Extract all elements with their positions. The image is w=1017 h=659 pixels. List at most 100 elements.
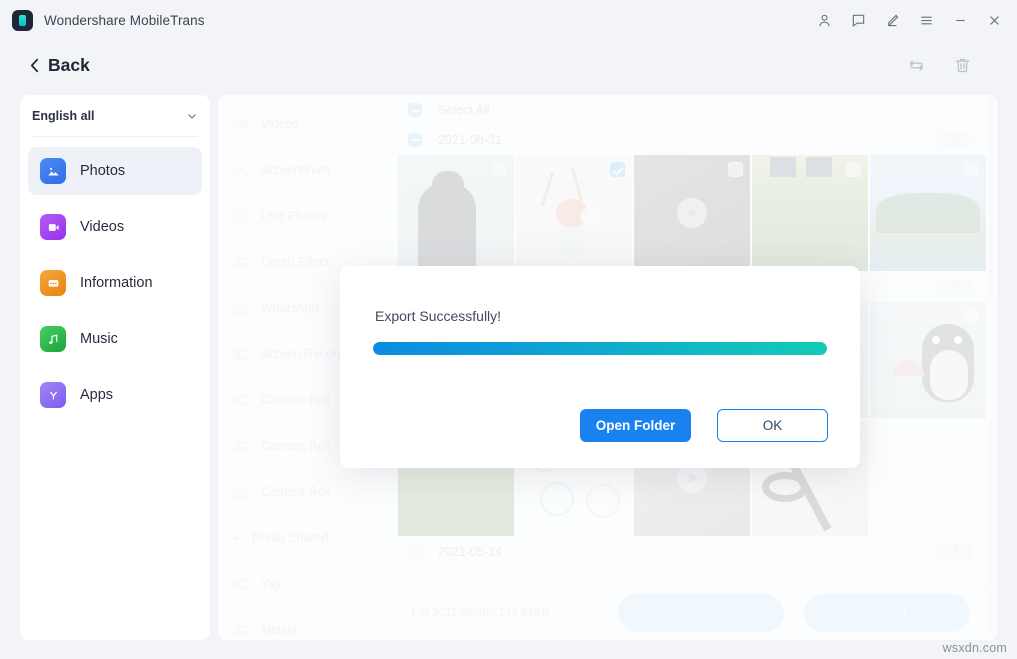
thumbnail-item[interactable] [870, 155, 986, 271]
feedback-icon[interactable] [841, 5, 875, 35]
screenshot-icon [232, 162, 249, 179]
title-bar: Wondershare MobileTrans [0, 0, 1017, 40]
header-tools [903, 52, 1017, 78]
date-group-label: 2021-05-14 [438, 545, 502, 559]
thumbnail-checkbox[interactable] [492, 162, 507, 177]
thumbnail-item[interactable] [634, 155, 750, 271]
category-item-live-photos[interactable]: Live Photos [218, 193, 396, 239]
select-all-checkbox[interactable] [408, 103, 422, 117]
picture-icon [232, 576, 249, 593]
category-label: Camera Roll [261, 439, 330, 453]
sidebar-item-label: Photos [80, 163, 125, 179]
category-item-camera-roll-3[interactable]: Camera Roll [218, 469, 396, 515]
date-group-count: 3 [936, 543, 974, 561]
sidebar-item-music[interactable]: Music [28, 315, 202, 363]
category-label: Camera Roll [261, 393, 330, 407]
date-group-header[interactable]: 2021-05-14 3 [396, 537, 988, 566]
open-folder-button[interactable]: Open Folder [580, 409, 691, 442]
delete-icon[interactable] [949, 52, 975, 78]
window-controls [807, 5, 1017, 35]
picture-icon [232, 438, 249, 455]
minimize-icon[interactable] [943, 5, 977, 35]
page-header: Back [0, 40, 1017, 90]
progress-bar-fill [373, 342, 827, 355]
category-label: Meishi [261, 623, 297, 637]
category-label: Yay [261, 577, 282, 591]
picture-icon [232, 392, 249, 409]
category-label: Camera Roll [261, 485, 330, 499]
picture-icon [232, 484, 249, 501]
sidebar-item-label: Videos [80, 219, 124, 235]
caret-down-icon [232, 530, 242, 547]
picture-icon [232, 622, 249, 639]
refresh-icon[interactable] [903, 52, 929, 78]
category-item-videos[interactable]: Videos [218, 101, 396, 147]
music-icon [40, 326, 66, 352]
thumbnail-item[interactable] [398, 155, 514, 271]
category-item-screenshots[interactable]: Screenshots [218, 147, 396, 193]
information-icon [40, 270, 66, 296]
thumbnail-row [396, 154, 988, 272]
account-icon[interactable] [807, 5, 841, 35]
category-label: Depth Effect [261, 255, 330, 269]
thumbnail-checkbox[interactable] [964, 309, 979, 324]
date-group-header[interactable]: 2021-08-31 5 [396, 125, 988, 154]
thumbnail-item[interactable] [516, 155, 632, 271]
scrollbar-thumb[interactable] [989, 97, 994, 293]
photos-icon [40, 158, 66, 184]
sidebar: English all Photos [20, 95, 210, 640]
category-item-meishi[interactable]: Meishi [218, 607, 396, 640]
video-camera-icon [232, 116, 249, 133]
picture-icon [232, 300, 249, 317]
thumbnail-checkbox[interactable] [728, 162, 743, 177]
dialog-actions: Open Folder OK [580, 409, 828, 442]
back-label: Back [48, 55, 90, 76]
category-label: Live Photos [261, 209, 326, 223]
date-group-checkbox[interactable] [408, 545, 422, 559]
sidebar-item-photos[interactable]: Photos [28, 147, 202, 195]
thumbnail-item[interactable] [752, 155, 868, 271]
thumbnail-checkbox[interactable] [964, 162, 979, 177]
live-photo-icon [232, 208, 249, 225]
language-selector[interactable]: English all [32, 95, 198, 137]
app-title: Wondershare MobileTrans [44, 13, 205, 28]
thumbnail-checkbox[interactable] [610, 162, 625, 177]
play-icon [677, 198, 707, 228]
vertical-scrollbar[interactable] [989, 97, 994, 638]
close-icon[interactable] [977, 5, 1011, 35]
thumbnail-item[interactable] [870, 302, 986, 418]
edit-pen-icon[interactable] [875, 5, 909, 35]
sidebar-item-information[interactable]: Information [28, 259, 202, 307]
dialog-title: Export Successfully! [375, 308, 501, 324]
date-group-checkbox[interactable] [408, 133, 422, 147]
category-item-yay[interactable]: Yay [218, 561, 396, 607]
sidebar-nav: Photos Videos [20, 137, 210, 419]
export-button[interactable]: Export [804, 594, 970, 632]
watermark: wsxdn.com [943, 641, 1007, 655]
progress-bar [373, 342, 827, 355]
select-all-label: Select All [438, 103, 489, 117]
sidebar-item-label: Apps [80, 387, 113, 403]
date-group-count: 9 [936, 278, 974, 296]
date-group-count: 5 [936, 131, 974, 149]
menu-icon[interactable] [909, 5, 943, 35]
apps-icon [40, 382, 66, 408]
app-window: Wondershare MobileTrans [0, 0, 1017, 659]
back-button[interactable]: Back [30, 55, 90, 76]
ok-button[interactable]: OK [717, 409, 828, 442]
select-all-row[interactable]: Select All [396, 95, 988, 125]
chevron-down-icon [186, 110, 198, 122]
chevron-left-icon [30, 58, 39, 73]
category-label: Photo Shared [252, 531, 328, 545]
export-success-dialog: Export Successfully! Open Folder OK [340, 266, 860, 468]
picture-icon [232, 346, 249, 363]
selection-status: 1 of 3011 item(s),143.81KB [410, 607, 549, 619]
sidebar-item-label: Music [80, 331, 118, 347]
language-label: English all [32, 109, 95, 123]
sidebar-item-videos[interactable]: Videos [28, 203, 202, 251]
category-group-photo-shared[interactable]: Photo Shared [218, 515, 396, 561]
sidebar-item-label: Information [80, 275, 153, 291]
thumbnail-checkbox[interactable] [846, 162, 861, 177]
sidebar-item-apps[interactable]: Apps [28, 371, 202, 419]
import-button[interactable]: Import [618, 594, 784, 632]
